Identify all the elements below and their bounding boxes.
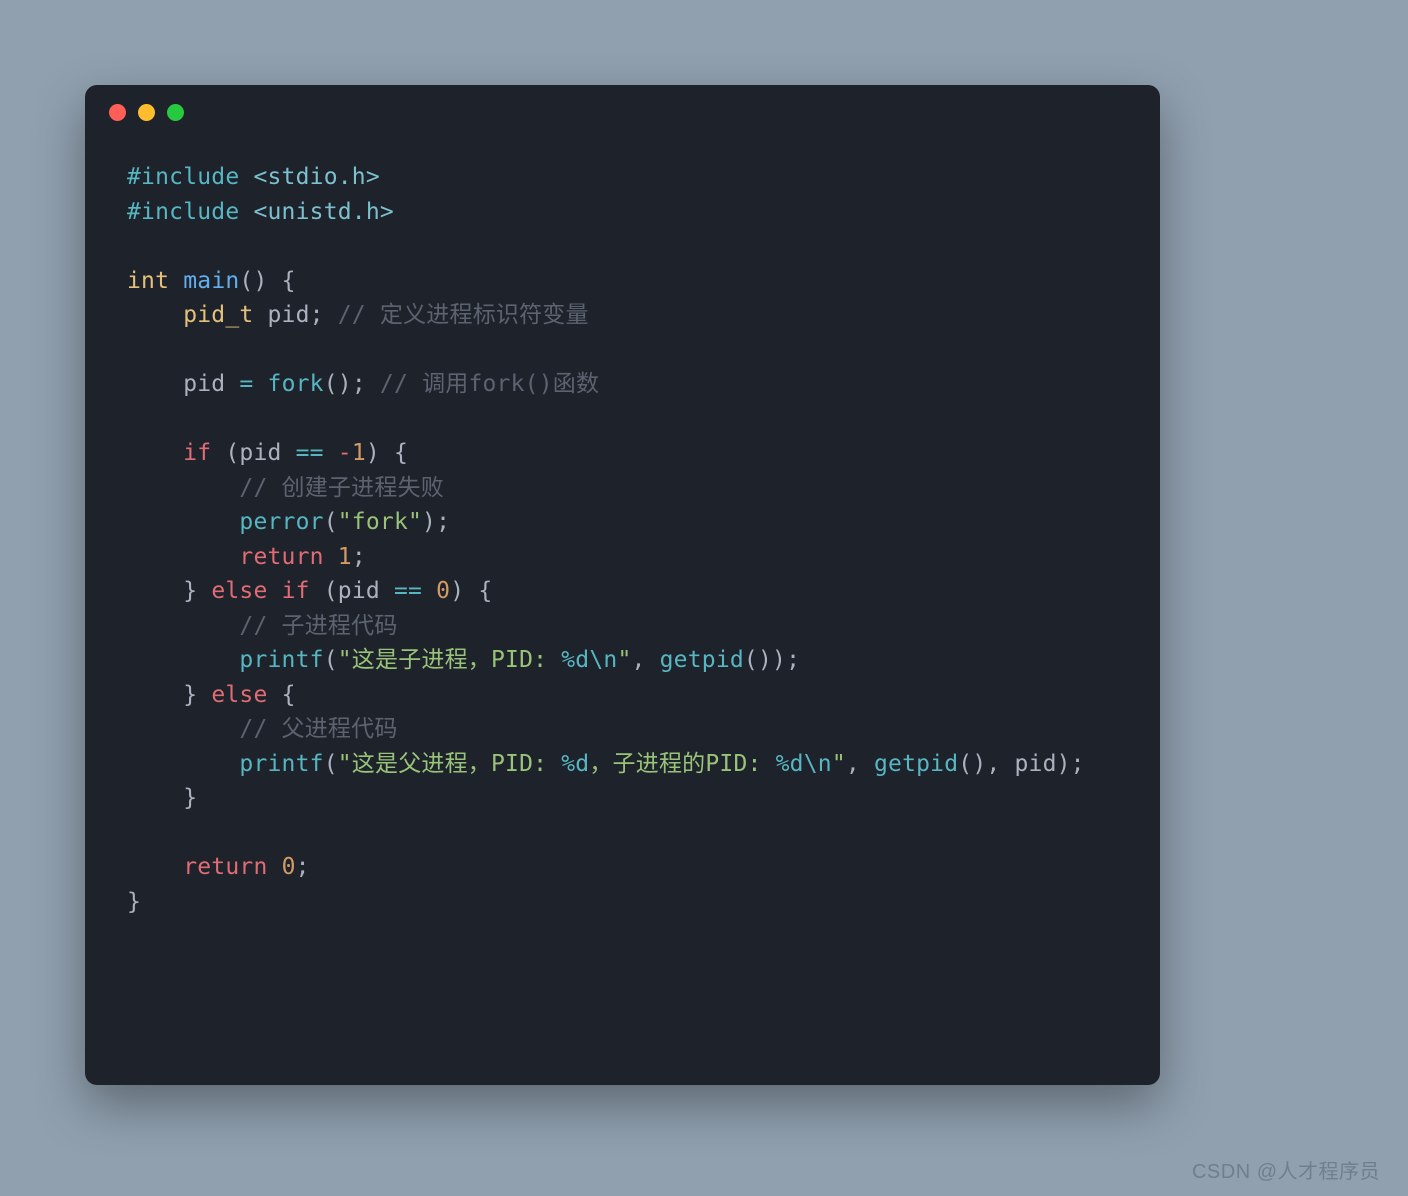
- zoom-icon[interactable]: [167, 104, 184, 121]
- minimize-icon[interactable]: [138, 104, 155, 121]
- titlebar: [85, 85, 1160, 140]
- code-block: #include <stdio.h> #include <unistd.h> i…: [85, 140, 1160, 919]
- watermark: CSDN @人才程序员: [1192, 1155, 1380, 1184]
- canvas: #include <stdio.h> #include <unistd.h> i…: [0, 0, 1408, 1196]
- code-window: #include <stdio.h> #include <unistd.h> i…: [85, 85, 1160, 1085]
- close-icon[interactable]: [109, 104, 126, 121]
